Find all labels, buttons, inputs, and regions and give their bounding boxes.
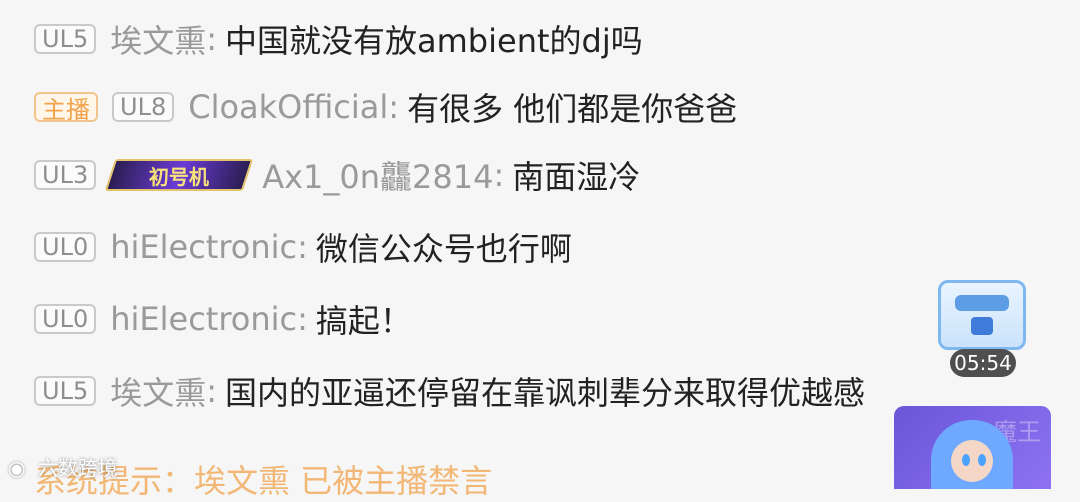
watermark: ◉ 六数跨境 [8, 452, 118, 481]
user-level-badge: UL5 [34, 24, 97, 54]
avatar-eye [978, 454, 986, 466]
user-level-badge: UL8 [112, 92, 175, 122]
username[interactable]: 埃文熏 [110, 16, 206, 62]
separator-colon: : [297, 228, 308, 266]
username[interactable]: CloakOfficial [188, 88, 388, 126]
chat-row: UL0 hiElectronic : 微信公众号也行啊 [34, 224, 572, 270]
separator-colon: : [206, 20, 218, 58]
fan-medal: 初号机 [105, 159, 254, 191]
chat-row: UL0 hiElectronic : 搞起！ [34, 296, 412, 342]
separator-colon: : [206, 372, 218, 410]
chat-row: UL3 初号机 Ax1_0n龘2814 : 南面湿冷 [34, 152, 640, 198]
chat-message: 南面湿冷 [512, 158, 641, 196]
username[interactable]: hiElectronic [110, 228, 297, 266]
watermark-text: 六数跨境 [37, 456, 118, 480]
chat-message: 微信公众号也行啊 [315, 230, 572, 268]
user-level-badge: UL5 [34, 376, 97, 406]
chat-row: UL5 埃文熏 : 中国就没有放ambient的dj吗 [34, 16, 643, 62]
streamer-avatar-card[interactable]: 魔王 [894, 406, 1051, 489]
separator-colon: : [388, 88, 400, 126]
chat-message: 中国就没有放ambient的dj吗 [225, 22, 643, 60]
fan-medal-label: 初号机 [149, 164, 210, 189]
separator-colon: : [493, 156, 505, 194]
separator-colon: : [297, 300, 308, 338]
username[interactable]: Ax1_0n龘2814 [262, 152, 493, 198]
host-badge: 主播 [34, 92, 98, 124]
avatar-face [951, 440, 993, 482]
user-level-badge: UL0 [34, 232, 97, 262]
user-level-badge: UL0 [34, 304, 97, 334]
weibo-icon: ◉ [8, 456, 26, 480]
user-level-badge: UL3 [34, 160, 97, 190]
treasure-chest-icon[interactable] [938, 280, 1026, 350]
chat-message: 国内的亚逼还停留在靠讽刺辈分来取得优越感 [225, 374, 866, 412]
chat-message: 有很多 他们都是你爸爸 [407, 90, 738, 128]
avatar-eye [962, 454, 970, 466]
chat-row: 主播 UL8 CloakOfficial : 有很多 他们都是你爸爸 [34, 84, 737, 130]
chat-row: UL5 埃文熏 : 国内的亚逼还停留在靠讽刺辈分来取得优越感 [34, 368, 865, 414]
chat-message: 搞起！ [315, 302, 412, 340]
chest-timer: 05:54 [950, 349, 1016, 377]
username[interactable]: hiElectronic [110, 300, 297, 338]
username[interactable]: 埃文熏 [110, 368, 206, 414]
